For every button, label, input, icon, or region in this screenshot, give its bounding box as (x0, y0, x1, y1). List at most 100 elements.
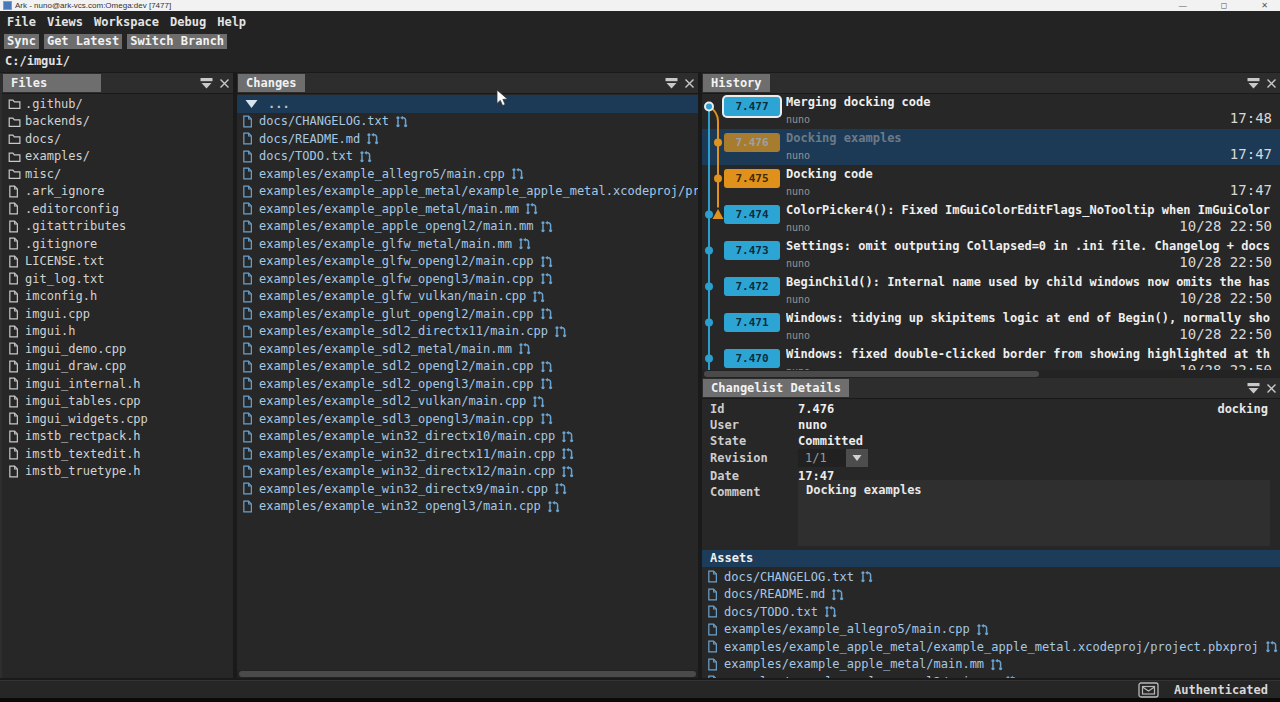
changed-file-row[interactable]: examples/example_win32_directx9/main.cpp (237, 480, 698, 498)
file-icon (242, 150, 259, 163)
changes-tab[interactable]: Changes (238, 74, 305, 92)
changed-file-row[interactable]: examples/example_glfw_opengl2/main.cpp (237, 253, 698, 271)
branch-icon (540, 360, 553, 373)
changed-file-row[interactable]: examples/example_sdl2_metal/main.mm (237, 340, 698, 358)
files-tab[interactable]: Files (3, 74, 101, 92)
asset-file-row[interactable]: docs/CHANGELOG.txt (702, 568, 1280, 586)
changed-file-row[interactable]: examples/example_sdl2_opengl2/main.cpp (237, 358, 698, 376)
file-tree-item[interactable]: .editorconfig (2, 200, 233, 218)
menu-item-help[interactable]: Help (217, 15, 246, 29)
history-entry[interactable]: 7.470Windows: fixed double-clicked borde… (702, 345, 1280, 370)
file-tree-item[interactable]: examples/ (2, 148, 233, 166)
changed-file-row[interactable]: examples/example_sdl3_opengl3/main.cpp (237, 410, 698, 428)
revision-combo[interactable]: 1/1 (798, 449, 868, 467)
changed-file-row[interactable]: examples/example_allegro5/main.cpp (237, 165, 698, 183)
changes-hscrollbar[interactable] (237, 670, 698, 678)
history-entry[interactable]: 7.477Merging docking codenuno17:48 (702, 93, 1280, 129)
file-tree-item[interactable]: imstb_truetype.h (2, 463, 233, 481)
file-tree-item[interactable]: misc/ (2, 165, 233, 183)
commit-time: 10/28 22:50 (1179, 254, 1272, 270)
menu-item-views[interactable]: Views (47, 15, 83, 29)
filter-icon[interactable] (200, 77, 213, 89)
changed-file-row[interactable]: examples/example_glut_opengl2/main.cpp (237, 305, 698, 323)
changed-file-row[interactable]: docs/TODO.txt (237, 148, 698, 166)
changes-group-row[interactable]: ... (237, 95, 698, 113)
file-tree-item[interactable]: .gitattributes (2, 218, 233, 236)
history-hscrollbar[interactable] (702, 370, 1280, 378)
asset-file-name: examples/example_apple_opengl2/main.mm (724, 675, 999, 678)
close-icon[interactable] (219, 78, 230, 89)
file-tree-item[interactable]: imgui_tables.cpp (2, 393, 233, 411)
history-tab[interactable]: History (703, 74, 770, 92)
filter-icon[interactable] (665, 77, 678, 89)
commit-author: nuno (786, 222, 810, 233)
get-latest-button[interactable]: Get Latest (44, 34, 122, 49)
file-tree-item[interactable]: imgui.h (2, 323, 233, 341)
file-tree-item[interactable]: .gitignore (2, 235, 233, 253)
asset-file-row[interactable]: examples/example_apple_metal/example_app… (702, 638, 1280, 656)
history-entry[interactable]: 7.474ColorPicker4(): Fixed ImGuiColorEdi… (702, 201, 1280, 237)
asset-file-name: docs/TODO.txt (724, 605, 818, 619)
comment-field[interactable]: Docking examples (798, 480, 1270, 546)
minimize-button[interactable]: — (1179, 2, 1187, 10)
changed-file-row[interactable]: examples/example_win32_directx11/main.cp… (237, 445, 698, 463)
maximize-button[interactable]: ◻ (1221, 2, 1228, 10)
changed-file-row[interactable]: examples/example_win32_opengl3/main.cpp (237, 498, 698, 516)
folder-icon (8, 115, 25, 128)
asset-file-row[interactable]: docs/README.md (702, 586, 1280, 604)
history-entry[interactable]: 7.476Docking examplesnuno17:47 (702, 129, 1280, 165)
changed-file-row[interactable]: examples/example_win32_directx10/main.cp… (237, 428, 698, 446)
changed-file-row[interactable]: docs/README.md (237, 130, 698, 148)
file-name: .gitattributes (25, 219, 126, 233)
file-tree-item[interactable]: imconfig.h (2, 288, 233, 306)
menu-item-workspace[interactable]: Workspace (94, 15, 159, 29)
file-tree-item[interactable]: imgui_demo.cpp (2, 340, 233, 358)
history-entry[interactable]: 7.473Settings: omit outputing Collapsed=… (702, 237, 1280, 273)
folder-icon (8, 97, 25, 110)
asset-file-row[interactable]: examples/example_allegro5/main.cpp (702, 621, 1280, 639)
changed-file-row[interactable]: examples/example_glfw_vulkan/main.cpp (237, 288, 698, 306)
changelist-details-tab[interactable]: Changelist Details (703, 379, 849, 397)
file-tree-item[interactable]: git_log.txt (2, 270, 233, 288)
changed-file-row[interactable]: examples/example_apple_metal/main.mm (237, 200, 698, 218)
file-tree-item[interactable]: .ark_ignore (2, 183, 233, 201)
file-tree-item[interactable]: imstb_textedit.h (2, 445, 233, 463)
file-tree-item[interactable]: backends/ (2, 113, 233, 131)
asset-file-row[interactable]: docs/TODO.txt (702, 603, 1280, 621)
file-tree-item[interactable]: imgui_widgets.cpp (2, 410, 233, 428)
filter-icon[interactable] (1247, 382, 1260, 394)
changed-file-row[interactable]: examples/example_sdl2_directx11/main.cpp (237, 323, 698, 341)
close-icon[interactable] (1266, 78, 1277, 89)
history-entry[interactable]: 7.475Docking codenuno17:47 (702, 165, 1280, 201)
changed-file-row[interactable]: examples/example_win32_directx12/main.cp… (237, 463, 698, 481)
changed-file-row[interactable]: examples/example_sdl2_opengl3/main.cpp (237, 375, 698, 393)
history-entry[interactable]: 7.472BeginChild(): Internal name used by… (702, 273, 1280, 309)
file-tree-item[interactable]: imstb_rectpack.h (2, 428, 233, 446)
file-tree-item[interactable]: .github/ (2, 95, 233, 113)
sync-button[interactable]: Sync (4, 34, 39, 49)
changed-file-row[interactable]: examples/example_apple_metal/example_app… (237, 183, 698, 201)
file-tree-item[interactable]: imgui_draw.cpp (2, 358, 233, 376)
changed-file-row[interactable]: examples/example_sdl2_vulkan/main.cpp (237, 393, 698, 411)
branch-icon (532, 395, 545, 408)
asset-file-row[interactable]: examples/example_apple_opengl2/main.mm (702, 673, 1280, 678)
switch-branch-button[interactable]: Switch Branch (127, 34, 227, 49)
asset-file-row[interactable]: examples/example_apple_metal/main.mm (702, 656, 1280, 674)
history-entry[interactable]: 7.471Windows: tidying up skipitems logic… (702, 309, 1280, 345)
changed-file-row[interactable]: docs/CHANGELOG.txt (237, 113, 698, 131)
menu-item-file[interactable]: File (7, 15, 36, 29)
close-icon[interactable] (1266, 383, 1277, 394)
close-icon[interactable] (684, 78, 695, 89)
menu-item-debug[interactable]: Debug (170, 15, 206, 29)
close-button[interactable]: ✕ (1261, 2, 1268, 10)
filter-icon[interactable] (1247, 77, 1260, 89)
changed-file-row[interactable]: examples/example_glfw_opengl3/main.cpp (237, 270, 698, 288)
chevron-down-icon[interactable] (846, 449, 868, 467)
file-tree-item[interactable]: imgui.cpp (2, 305, 233, 323)
changed-file-name: examples/example_win32_directx9/main.cpp (259, 482, 548, 496)
file-tree-item[interactable]: imgui_internal.h (2, 375, 233, 393)
changed-file-row[interactable]: examples/example_glfw_metal/main.mm (237, 235, 698, 253)
file-tree-item[interactable]: docs/ (2, 130, 233, 148)
changed-file-row[interactable]: examples/example_apple_opengl2/main.mm (237, 218, 698, 236)
file-tree-item[interactable]: LICENSE.txt (2, 253, 233, 271)
